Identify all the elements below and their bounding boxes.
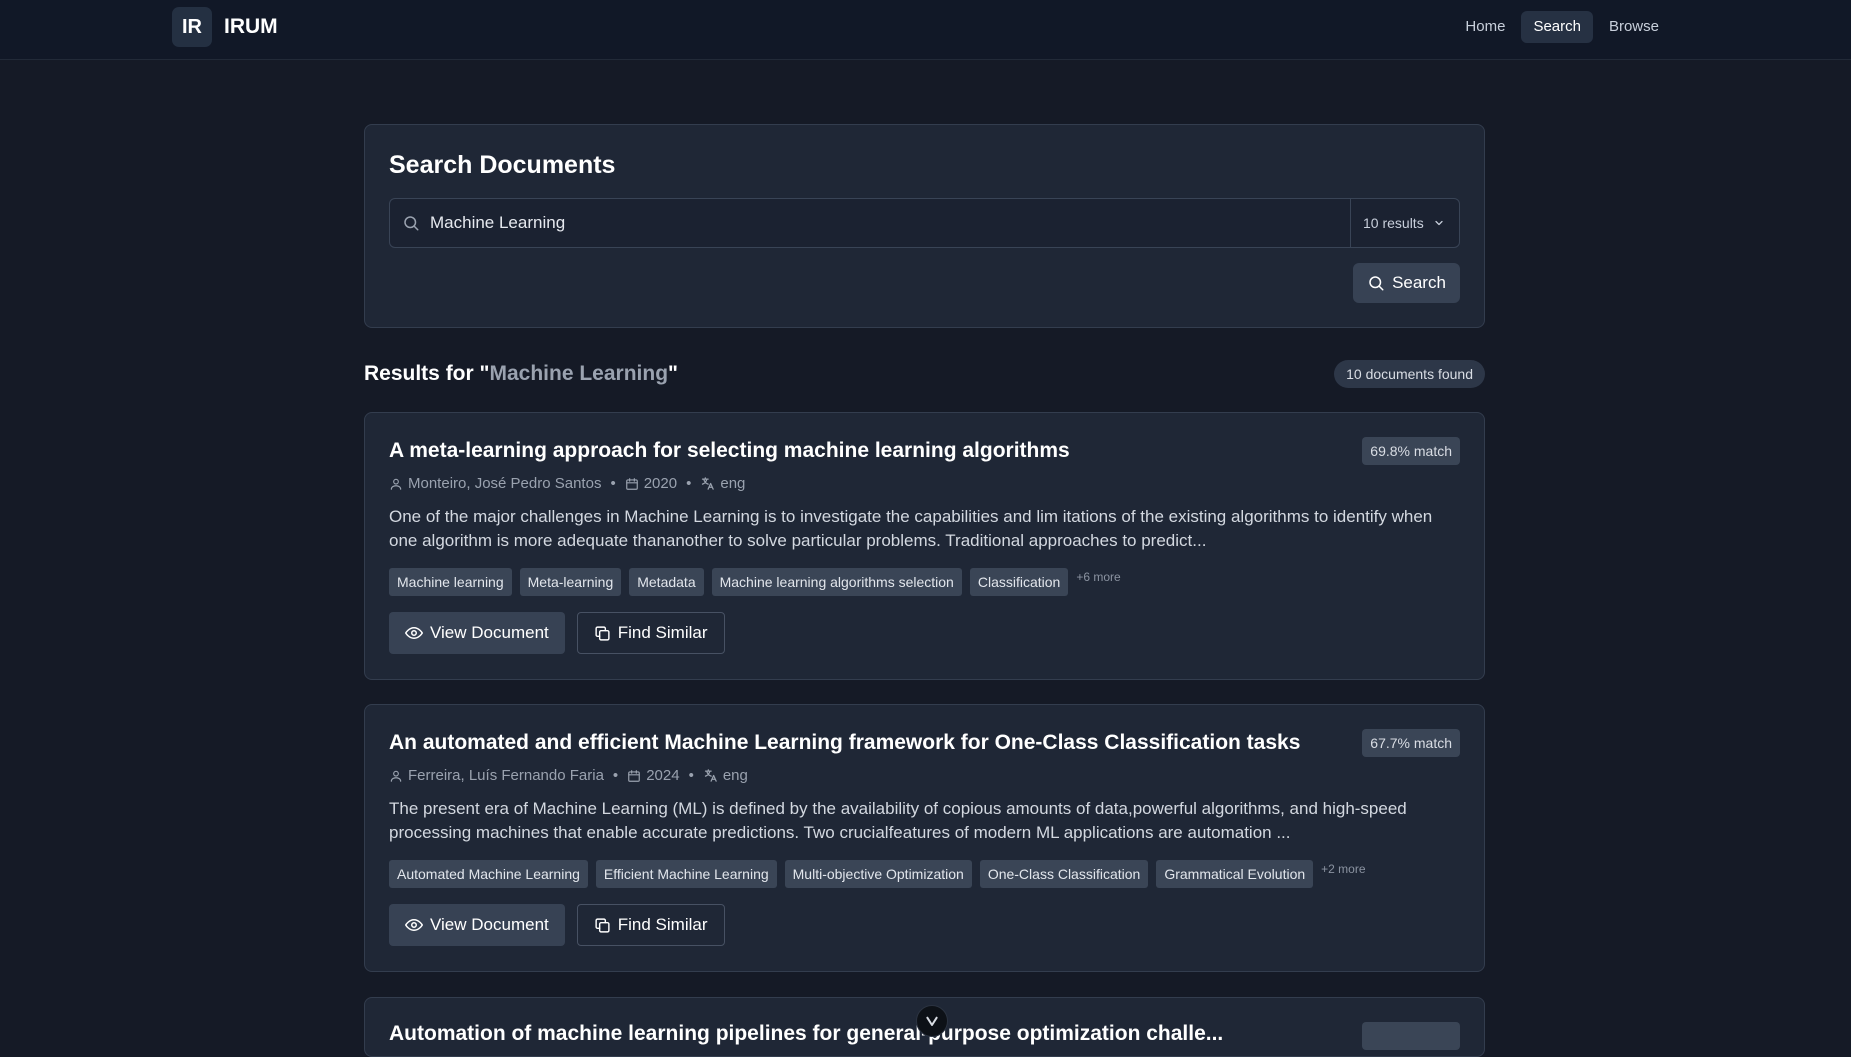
user-icon [389, 477, 403, 491]
results-heading-suffix: " [668, 362, 678, 385]
search-panel: Search Documents 10 results Search [364, 124, 1485, 328]
result-author: Ferreira, Luís Fernando Faria [408, 767, 604, 784]
search-input[interactable] [430, 199, 1330, 247]
eye-icon [405, 916, 423, 934]
user-icon [389, 769, 403, 783]
keyword-tag[interactable]: Efficient Machine Learning [595, 860, 777, 888]
result-language: eng [720, 475, 746, 492]
nav-browse[interactable]: Browse [1597, 11, 1671, 43]
result-title[interactable]: Automation of machine learning pipelines… [389, 1022, 1223, 1046]
results-count-value: 10 results [1363, 215, 1424, 231]
keyword-tag[interactable]: Meta-learning [519, 568, 622, 596]
nav-home[interactable]: Home [1453, 11, 1517, 43]
keyword-tag[interactable]: Metadata [629, 568, 704, 596]
keyword-tag[interactable]: Automated Machine Learning [389, 860, 588, 888]
keyword-tag[interactable]: Machine learning algorithms selection [711, 568, 962, 596]
search-bar: 10 results [389, 198, 1460, 248]
result-abstract: The present era of Machine Learning (ML)… [389, 799, 1407, 842]
view-document-button[interactable]: View Document [389, 612, 565, 654]
tag-list: Machine learning Meta-learning Metadata … [389, 568, 1121, 596]
result-language: eng [722, 767, 748, 784]
keyword-tag[interactable]: Classification [969, 568, 1069, 596]
find-similar-button[interactable]: Find Similar [576, 612, 725, 654]
view-document-button[interactable]: View Document [389, 904, 565, 946]
keyword-tag[interactable]: Multi-objective Optimization [784, 860, 972, 888]
keyword-tag[interactable]: One-Class Classification [979, 860, 1149, 888]
more-tags-label: +6 more [1076, 570, 1121, 584]
match-badge [1362, 1022, 1460, 1050]
results-count-select[interactable]: 10 results [1350, 199, 1459, 247]
results-heading-prefix: Results for " [364, 362, 490, 385]
search-button[interactable]: Search [1353, 263, 1460, 303]
logo[interactable]: IR [172, 7, 212, 47]
brand-name[interactable]: IRUM [224, 15, 278, 39]
find-similar-label: Find Similar [617, 623, 708, 642]
keyword-tag[interactable]: Machine learning [389, 568, 512, 596]
search-icon [402, 214, 420, 232]
find-similar-button[interactable]: Find Similar [576, 904, 725, 946]
search-icon [1367, 274, 1385, 292]
result-actions: View Document Find Similar [389, 904, 725, 946]
scroll-down-button[interactable] [916, 1005, 948, 1037]
language-icon [700, 476, 715, 491]
keyword-tag[interactable]: Grammatical Evolution [1156, 860, 1314, 888]
result-card: An automated and efficient Machine Learn… [364, 704, 1485, 972]
top-navbar: IR IRUM Home Search Browse [0, 0, 1851, 60]
tag-list: Automated Machine Learning Efficient Mac… [389, 860, 1366, 888]
result-title[interactable]: A meta-learning approach for selecting m… [389, 439, 1070, 463]
match-badge: 69.8% match [1362, 437, 1460, 465]
result-actions: View Document Find Similar [389, 612, 725, 654]
match-badge: 67.7% match [1362, 729, 1460, 757]
result-meta: Ferreira, Luís Fernando Faria • 2024 • e… [389, 767, 748, 784]
chevron-down-icon [924, 1013, 940, 1029]
language-icon [703, 768, 718, 783]
view-document-label: View Document [430, 915, 549, 934]
result-meta: Monteiro, José Pedro Santos • 2020 • eng [389, 475, 745, 492]
calendar-icon [625, 477, 639, 491]
view-document-label: View Document [430, 623, 549, 642]
main-nav: Home Search Browse [1453, 11, 1671, 43]
copy-icon [594, 917, 611, 934]
chevron-down-icon [1433, 217, 1445, 229]
result-year: 2024 [646, 767, 680, 784]
results-heading: Results for "Machine Learning" [364, 362, 678, 386]
result-author: Monteiro, José Pedro Santos [408, 475, 602, 492]
result-year: 2020 [643, 475, 678, 492]
search-button-label: Search [1392, 273, 1446, 292]
find-similar-label: Find Similar [617, 915, 708, 934]
results-heading-query: Machine Learning [489, 362, 669, 385]
calendar-icon [627, 769, 641, 783]
result-abstract: One of the major challenges in Machine L… [389, 507, 1433, 550]
result-card: A meta-learning approach for selecting m… [364, 412, 1485, 680]
more-tags-label: +2 more [1321, 862, 1366, 876]
results-count-badge: 10 documents found [1334, 360, 1485, 388]
result-title[interactable]: An automated and efficient Machine Learn… [389, 731, 1300, 755]
search-title: Search Documents [389, 151, 616, 179]
eye-icon [405, 624, 423, 642]
nav-search[interactable]: Search [1521, 11, 1593, 43]
copy-icon [594, 625, 611, 642]
